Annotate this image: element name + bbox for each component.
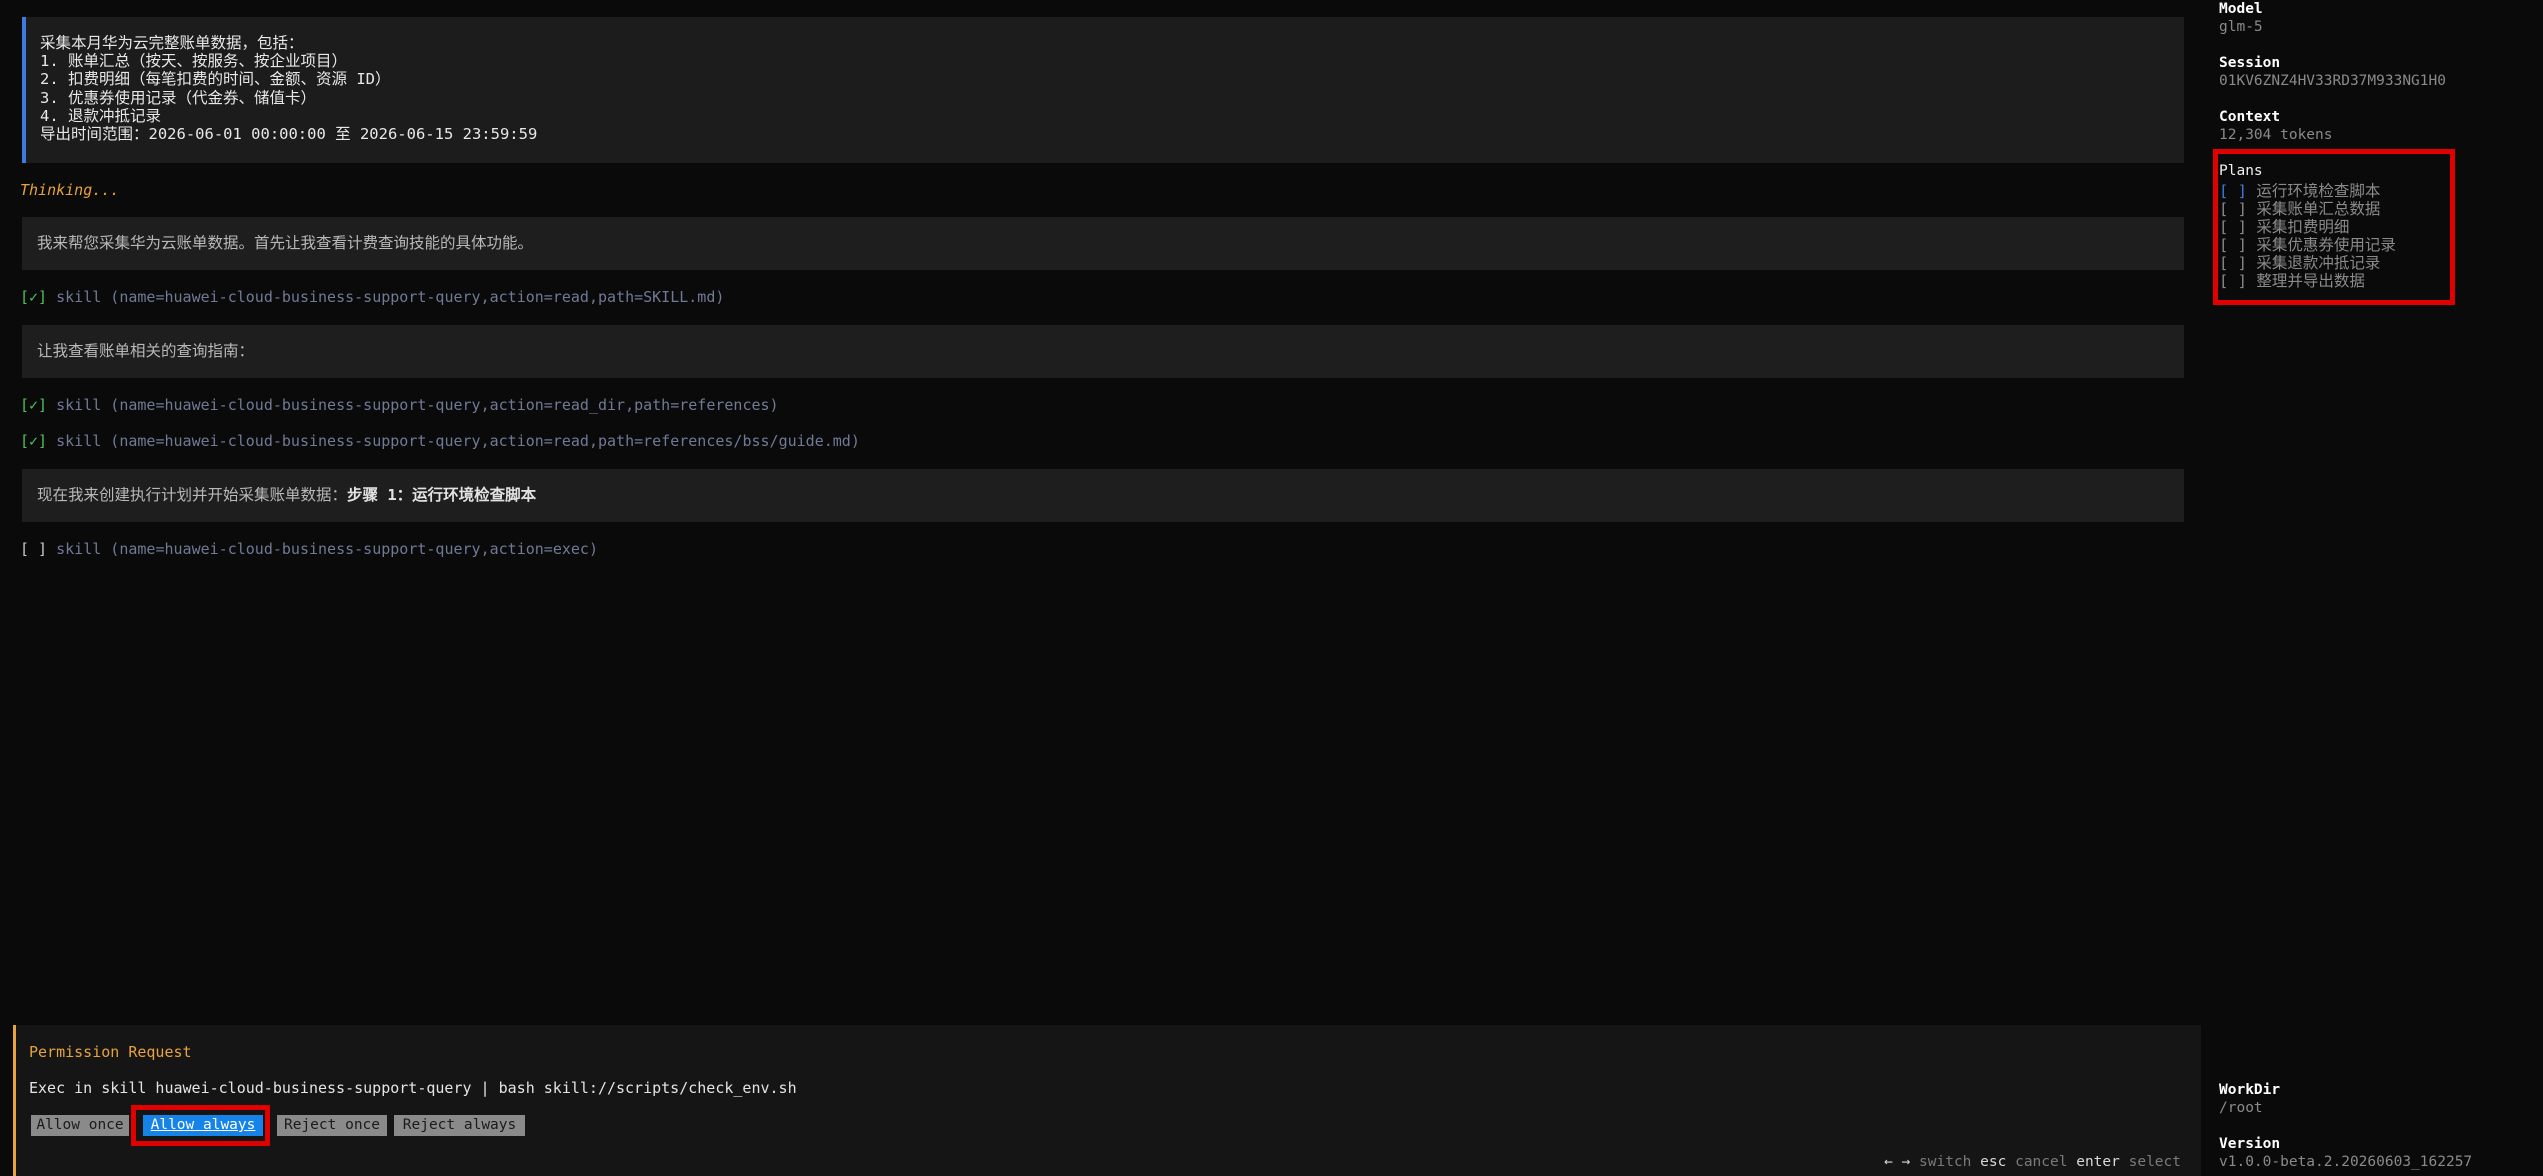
session-value: 01KV6ZNZ4HV33RD37M933NG1H0 bbox=[2219, 73, 2446, 89]
allow-always-button[interactable]: Allow always bbox=[143, 1115, 263, 1136]
hint-cancel-key: esc bbox=[1980, 1154, 2007, 1170]
info-sidebar: Model glm-5 Session 01KV6ZNZ4HV33RD37M93… bbox=[2210, 0, 2543, 1176]
user-message-line: 3. 优惠券使用记录（代金券、储值卡） bbox=[40, 88, 316, 107]
assistant-message-text: 我来帮您采集华为云账单数据。首先让我查看计费查询技能的具体功能。 bbox=[37, 234, 534, 252]
plans-label: Plans bbox=[2219, 163, 2263, 179]
permission-command: Exec in skill huawei-cloud-business-supp… bbox=[29, 1079, 797, 1097]
tool-status-done: [✓] bbox=[20, 432, 48, 450]
user-message-line: 1. 账单汇总（按天、按服务、按企业项目） bbox=[40, 52, 347, 71]
model-value: glm-5 bbox=[2219, 19, 2263, 35]
assistant-message-step: 步骤 1：运行环境检查脚本 bbox=[347, 486, 537, 504]
hint-select-key: enter bbox=[2076, 1154, 2120, 1170]
version-label: Version bbox=[2219, 1136, 2281, 1152]
assistant-message-text: 让我查看账单相关的查询指南： bbox=[37, 342, 255, 360]
user-message-line: 导出时间范围：2026-06-01 00:00:00 至 2026-06-15 … bbox=[40, 125, 538, 144]
thinking-indicator: Thinking... bbox=[20, 181, 120, 199]
context-value: 12,304 tokens bbox=[2219, 127, 2333, 143]
user-message-line: 2. 扣费明细（每笔扣费的时间、金额、资源 ID） bbox=[40, 70, 391, 89]
reject-always-button[interactable]: Reject always bbox=[394, 1115, 525, 1136]
keyboard-hints: ← → switch esc cancel enter select bbox=[1884, 1154, 2181, 1170]
reject-once-button[interactable]: Reject once bbox=[277, 1115, 387, 1136]
plan-item-label: 整理并导出数据 bbox=[2256, 272, 2365, 290]
hint-cancel-label: cancel bbox=[2015, 1154, 2068, 1170]
allow-once-button[interactable]: Allow once bbox=[31, 1115, 129, 1136]
workdir-label: WorkDir bbox=[2219, 1082, 2281, 1098]
permission-title: Permission Request bbox=[29, 1043, 192, 1061]
plan-item: [ ] 整理并导出数据 bbox=[2219, 269, 2365, 291]
model-label: Model bbox=[2219, 1, 2263, 17]
assistant-message: 让我查看账单相关的查询指南： bbox=[22, 325, 2184, 378]
tool-call-text: skill (name=huawei-cloud-business-suppor… bbox=[56, 540, 598, 558]
tool-call-line: [✓] skill (name=huawei-cloud-business-su… bbox=[20, 288, 724, 306]
hint-switch-label: switch bbox=[1919, 1154, 1972, 1170]
version-value: v1.0.0-beta.2.20260603_162257 bbox=[2219, 1154, 2473, 1170]
tool-call-text: skill (name=huawei-cloud-business-suppor… bbox=[56, 288, 725, 306]
assistant-message: 现在我来创建执行计划并开始采集账单数据：步骤 1：运行环境检查脚本 bbox=[22, 469, 2184, 522]
workdir-value: /root bbox=[2219, 1100, 2263, 1116]
user-message: 采集本月华为云完整账单数据，包括： 1. 账单汇总（按天、按服务、按企业项目） … bbox=[22, 17, 2184, 163]
tool-call-line: [ ] skill (name=huawei-cloud-business-su… bbox=[20, 540, 598, 558]
context-label: Context bbox=[2219, 109, 2281, 125]
tool-status-pending: [ ] bbox=[20, 540, 48, 558]
session-label: Session bbox=[2219, 55, 2281, 71]
tool-status-done: [✓] bbox=[20, 288, 48, 306]
conversation-pane: 采集本月华为云完整账单数据，包括： 1. 账单汇总（按天、按服务、按企业项目） … bbox=[0, 0, 2201, 1176]
tool-status-done: [✓] bbox=[20, 396, 48, 414]
tool-call-text: skill (name=huawei-cloud-business-suppor… bbox=[56, 432, 860, 450]
permission-request-panel: Permission Request Exec in skill huawei-… bbox=[13, 1025, 2201, 1176]
user-message-line: 4. 退款冲抵记录 bbox=[40, 106, 161, 125]
hint-switch-key: ← → bbox=[1884, 1154, 1911, 1170]
hint-select-label: select bbox=[2128, 1154, 2181, 1170]
plan-checkbox: [ ] bbox=[2219, 272, 2247, 290]
user-message-line: 采集本月华为云完整账单数据，包括： bbox=[40, 34, 304, 52]
assistant-message-text: 现在我来创建执行计划并开始采集账单数据： bbox=[37, 486, 348, 504]
tool-call-text: skill (name=huawei-cloud-business-suppor… bbox=[56, 396, 779, 414]
assistant-message: 我来帮您采集华为云账单数据。首先让我查看计费查询技能的具体功能。 bbox=[22, 217, 2184, 270]
tool-call-line: [✓] skill (name=huawei-cloud-business-su… bbox=[20, 432, 860, 450]
tool-call-line: [✓] skill (name=huawei-cloud-business-su… bbox=[20, 396, 779, 414]
